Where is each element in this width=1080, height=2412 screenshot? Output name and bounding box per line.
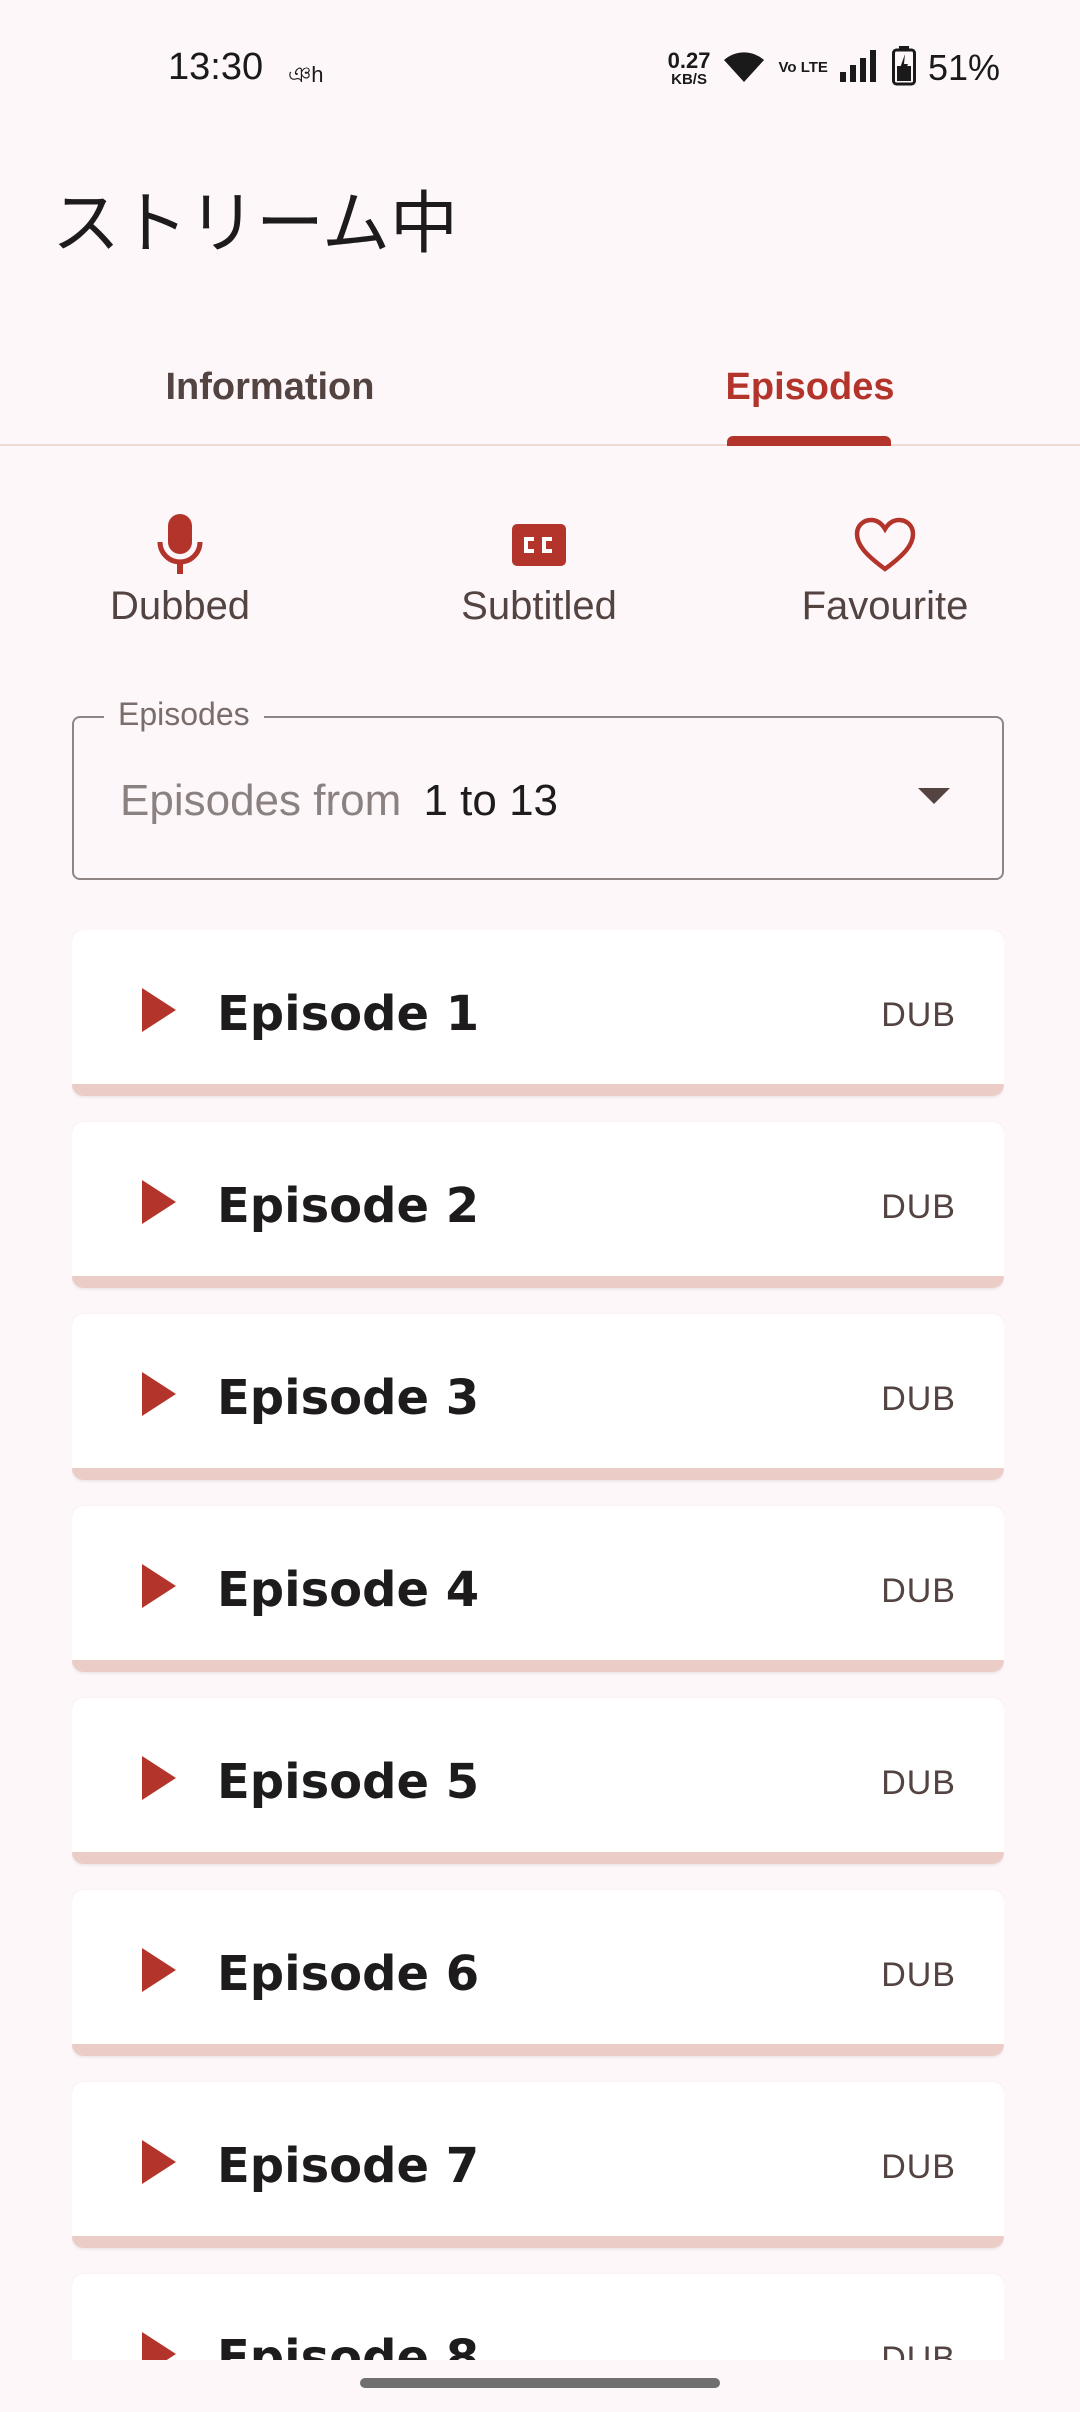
- dub-badge: DUB: [881, 1188, 956, 1226]
- action-row: Dubbed Subtitled Favourite: [0, 510, 1080, 650]
- episode-item[interactable]: Episode 1 DUB: [72, 930, 1004, 1096]
- episode-title: Episode 5: [217, 1754, 480, 1810]
- episode-title: Episode 1: [217, 986, 480, 1042]
- episode-item[interactable]: Episode 8 DUB: [72, 2274, 1004, 2360]
- dub-badge: DUB: [881, 1956, 956, 1994]
- episode-title: Episode 8: [217, 2330, 480, 2360]
- wifi-icon: [722, 48, 766, 89]
- heart-outline-icon: [755, 510, 1015, 580]
- dropdown-legend: Episodes: [104, 696, 264, 733]
- episode-title: Episode 3: [217, 1370, 480, 1426]
- battery-percent: 51%: [927, 47, 1000, 88]
- status-bar: 13:30 ঞh 0.27 KB/S Vo LTE 51%: [0, 0, 1080, 140]
- closed-captions-icon: [409, 510, 669, 580]
- episode-title: Episode 6: [217, 1946, 480, 2002]
- play-icon: [142, 1180, 176, 1224]
- status-notification-glyph: ঞh: [288, 62, 324, 87]
- play-icon: [142, 2140, 176, 2184]
- episode-item[interactable]: Episode 5 DUB: [72, 1698, 1004, 1864]
- network-speed-unit: KB/S: [671, 70, 707, 88]
- episode-list: Episode 1 DUB Episode 2 DUB Episode 3 DU…: [72, 930, 1004, 2360]
- page-title: ストリーム中: [52, 185, 458, 264]
- dubbed-label: Dubbed: [109, 584, 251, 628]
- dropdown-value: Episodes from 1 to 13: [120, 776, 558, 826]
- episode-title: Episode 4: [217, 1562, 480, 1618]
- network-speed-value: 0.27: [667, 47, 711, 73]
- battery-icon: [891, 45, 916, 91]
- chevron-down-icon: [918, 788, 950, 804]
- dropdown-selected-range: 1 to 13: [423, 776, 559, 825]
- episode-item[interactable]: Episode 7 DUB: [72, 2082, 1004, 2248]
- favourite-button[interactable]: Favourite: [755, 510, 1015, 629]
- subtitled-label: Subtitled: [461, 584, 617, 628]
- episode-item[interactable]: Episode 2 DUB: [72, 1122, 1004, 1288]
- microphone-icon: [50, 510, 310, 580]
- status-icons: 0.27 KB/S Vo LTE 51%: [668, 44, 1000, 92]
- dub-badge: DUB: [881, 996, 956, 1034]
- play-icon: [142, 988, 176, 1032]
- play-icon: [142, 2332, 176, 2360]
- episode-title: Episode 7: [217, 2138, 480, 2194]
- tab-information[interactable]: Information: [0, 330, 540, 444]
- episode-range-dropdown[interactable]: Episodes Episodes from 1 to 13: [72, 696, 1004, 880]
- episode-item[interactable]: Episode 6 DUB: [72, 1890, 1004, 2056]
- episode-title: Episode 2: [217, 1178, 480, 1234]
- status-time: 13:30: [168, 46, 264, 88]
- favourite-label: Favourite: [801, 584, 969, 628]
- dub-badge: DUB: [881, 1764, 956, 1802]
- tab-bar: Information Episodes: [0, 330, 1080, 446]
- play-icon: [142, 1372, 176, 1416]
- play-icon: [142, 1948, 176, 1992]
- play-icon: [142, 1564, 176, 1608]
- dropdown-prefix: Episodes from: [120, 776, 402, 825]
- subtitled-button[interactable]: Subtitled: [409, 510, 669, 629]
- tab-episodes[interactable]: Episodes: [540, 330, 1080, 444]
- dub-badge: DUB: [881, 1380, 956, 1418]
- dub-badge: DUB: [881, 1572, 956, 1610]
- signal-icon: [839, 49, 880, 87]
- episode-item[interactable]: Episode 4 DUB: [72, 1506, 1004, 1672]
- dub-badge: DUB: [881, 2340, 956, 2360]
- play-icon: [142, 1756, 176, 1800]
- dub-badge: DUB: [881, 2148, 956, 2186]
- home-gesture-bar[interactable]: [360, 2378, 720, 2388]
- dubbed-button[interactable]: Dubbed: [50, 510, 310, 629]
- volte-indicator: Vo LTE: [778, 59, 828, 77]
- tab-selected-indicator: [727, 436, 891, 446]
- network-speed: 0.27 KB/S: [667, 47, 711, 88]
- episode-item[interactable]: Episode 3 DUB: [72, 1314, 1004, 1480]
